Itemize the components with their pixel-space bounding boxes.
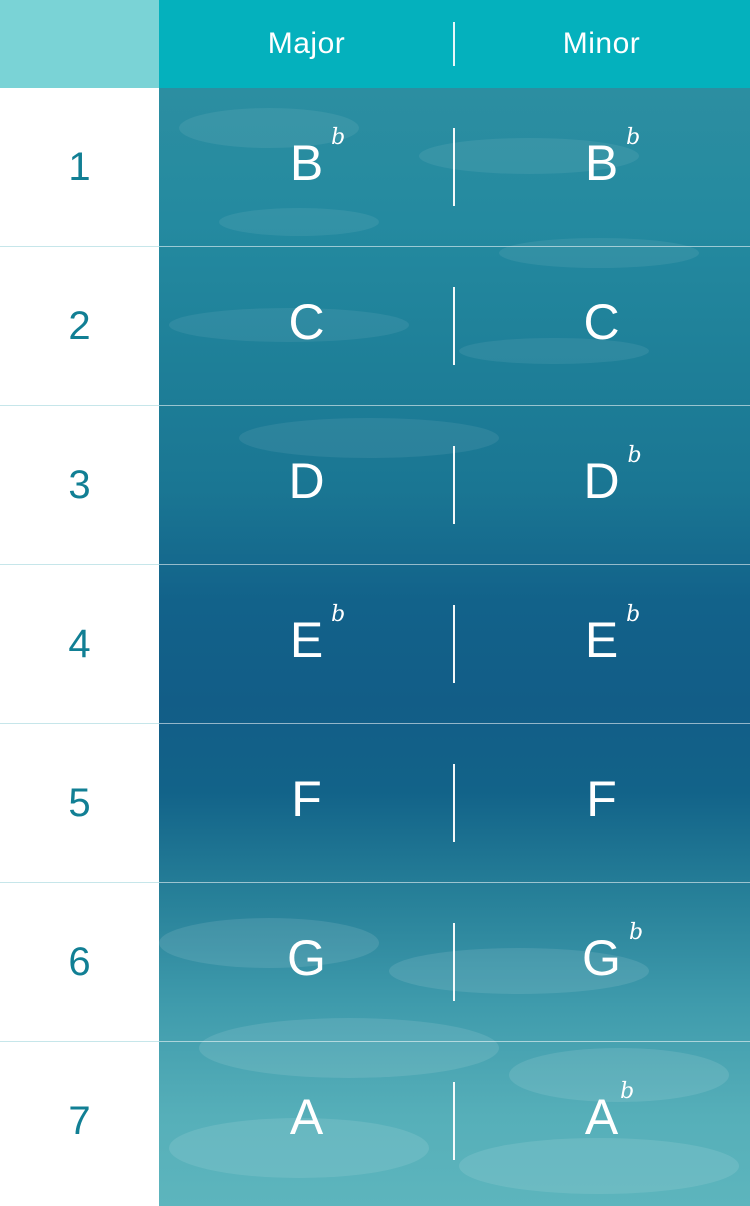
note-letter: B: [584, 135, 619, 191]
note-letter: C: [583, 294, 620, 350]
degree-number: 1: [68, 145, 91, 189]
note-letter: E: [584, 612, 619, 668]
degree-number: 3: [68, 463, 91, 507]
minor-note: Ab: [454, 1081, 749, 1147]
note-letter: A: [584, 1089, 619, 1145]
row-separator: [159, 246, 750, 247]
flat-accidental: b: [626, 602, 641, 627]
degree-number: 5: [68, 781, 91, 825]
major-note: F: [159, 769, 454, 829]
row-separator: [159, 405, 750, 406]
note-letter: C: [288, 294, 325, 350]
header-corner: [0, 0, 159, 88]
row-separator: [159, 723, 750, 724]
degree-number: 4: [68, 622, 91, 666]
major-note: A: [159, 1087, 454, 1147]
row-separator: [159, 882, 750, 883]
flat-accidental: b: [331, 125, 346, 150]
minor-note: C: [454, 292, 749, 352]
minor-note: Gb: [454, 922, 749, 988]
major-note: Bb: [159, 127, 454, 193]
note-letter: F: [291, 771, 322, 827]
note-letter: E: [289, 612, 324, 668]
major-note: G: [159, 928, 454, 988]
minor-note: Bb: [454, 127, 749, 193]
flat-accidental: b: [626, 125, 641, 150]
degree-number: 2: [68, 304, 91, 348]
major-note: C: [159, 292, 454, 352]
note-letter: B: [289, 135, 324, 191]
note-letter: G: [582, 930, 621, 986]
note-letter: G: [287, 930, 326, 986]
degree-number: 6: [68, 940, 91, 984]
row-separator: [159, 564, 750, 565]
note-letter: D: [288, 453, 325, 509]
flat-accidental: b: [627, 443, 642, 468]
row-separator: [159, 1041, 750, 1042]
minor-column-header: Minor: [562, 27, 641, 60]
table-header: Major Minor: [0, 0, 750, 88]
major-column-header: Major: [267, 27, 346, 60]
flat-accidental: b: [331, 602, 346, 627]
minor-note: Db: [454, 445, 749, 511]
scale-table: Major Minor 1 Bb Bb 2 C C 3 D Db 4 Eb E …: [0, 0, 750, 1206]
major-note: D: [159, 451, 454, 511]
flat-accidental: b: [628, 920, 644, 945]
note-letter: F: [586, 771, 617, 827]
degree-number: 7: [68, 1099, 91, 1143]
major-note: Eb: [159, 604, 454, 670]
minor-note: F: [454, 769, 749, 829]
note-letter: A: [289, 1089, 324, 1145]
note-letter: D: [583, 453, 620, 509]
flat-accidental: b: [620, 1079, 635, 1104]
minor-note: Eb: [454, 604, 749, 670]
